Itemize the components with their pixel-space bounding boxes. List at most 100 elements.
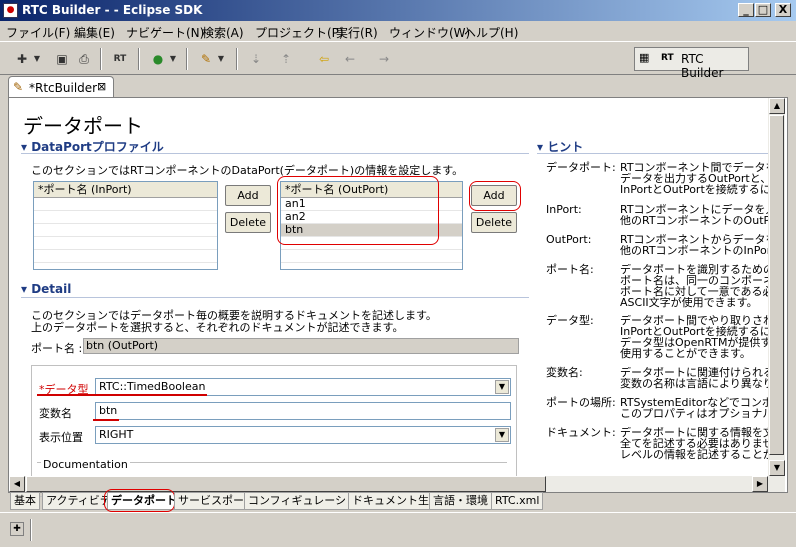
hint-key: ドキュメント: — [546, 426, 616, 439]
editor-panel: データポート ▾ DataPortプロファイル このセクションではRTコンポーネ… — [8, 97, 788, 497]
last-edit-icon[interactable]: ⇦ — [316, 51, 332, 67]
menu-window[interactable]: ウィンドウ(W) — [389, 24, 470, 41]
table-row[interactable] — [34, 224, 217, 237]
tab-language-environment[interactable]: 言語・環境 — [429, 492, 492, 510]
menu-navigate[interactable]: ナビゲート(N) — [126, 24, 204, 41]
close-tab-icon[interactable]: ⊠ — [97, 80, 106, 93]
horizontal-scroll-thumb[interactable] — [26, 476, 546, 492]
scroll-down-icon[interactable]: ▼ — [769, 460, 785, 476]
detail-section-heading[interactable]: ▾ Detail — [21, 282, 529, 298]
menu-edit[interactable]: 編集(E) — [74, 24, 115, 41]
inport-table[interactable]: *ポート名 (InPort) — [33, 181, 218, 270]
tool-icon[interactable]: ✎ — [198, 51, 214, 67]
add-button-highlight — [469, 181, 521, 211]
hint-key: データポート: — [546, 161, 616, 174]
table-row[interactable] — [34, 250, 217, 263]
hint-section-heading[interactable]: ▾ ヒント — [537, 138, 769, 154]
menu-project[interactable]: プロジェクト(P) — [255, 24, 344, 41]
hint-text: RTSystemEditorなどでコンポー — [620, 397, 768, 408]
page-title: データポート — [23, 114, 143, 138]
toolbar-separator — [236, 48, 238, 70]
next-annotation-icon[interactable]: ⇣ — [248, 51, 264, 67]
tool-dropdown-icon[interactable]: ▼ — [216, 51, 226, 67]
collapse-icon[interactable]: ▾ — [21, 140, 31, 154]
port-name-label: ポート名 : — [31, 342, 83, 355]
table-row[interactable] — [34, 237, 217, 250]
hint-text: 使用することができます。 — [620, 348, 751, 359]
editor-tab[interactable]: ✎ *RtcBuilder ⊠ — [8, 76, 114, 98]
menu-bar: ファイル(F) 編集(E) ナビゲート(N) 検索(A) プロジェクト(P) 実… — [0, 21, 796, 41]
toolbar-separator — [100, 48, 102, 70]
window-title: RTC Builder - - Eclipse SDK — [22, 3, 203, 17]
title-bar: ● RTC Builder - - Eclipse SDK _ □ X — [0, 0, 796, 21]
open-perspective-icon[interactable]: ▦ — [639, 51, 649, 64]
table-row[interactable] — [34, 198, 217, 211]
hint-key: InPort: — [546, 203, 582, 216]
delete-inport-button[interactable]: Delete — [225, 212, 271, 233]
back-icon[interactable]: ← — [342, 51, 358, 67]
table-row[interactable] — [281, 250, 462, 263]
detail-description-2: 上のデータポートを選択すると、それぞれのドキュメントが記述できます。 — [31, 321, 404, 334]
hint-text: レベルの情報を記述することが推 — [620, 449, 768, 460]
menu-run[interactable]: 実行(R) — [336, 24, 378, 41]
scroll-left-icon[interactable]: ◀ — [9, 476, 25, 492]
menu-help[interactable]: ヘルプ(H) — [464, 24, 518, 41]
varname-field[interactable]: btn — [95, 402, 511, 420]
hint-text: InPortとOutPortを接続するには、 — [620, 184, 768, 195]
hint-text: 変数の名称は言語により異なりま — [620, 378, 768, 389]
hint-key: ポート名: — [546, 263, 594, 276]
rtcbuilder-icon: ✎ — [13, 80, 24, 94]
hint-text: InPortとOutPortを接続するには、 — [620, 326, 768, 337]
position-value: RIGHT — [99, 428, 134, 441]
close-window-button[interactable]: X — [775, 3, 791, 17]
new-dropdown-icon[interactable]: ▼ — [32, 51, 42, 67]
collapse-icon[interactable]: ▾ — [537, 140, 547, 154]
chevron-down-icon[interactable]: ▼ — [495, 428, 509, 442]
menu-file[interactable]: ファイル(F) — [6, 24, 70, 41]
datatype-underline — [37, 394, 207, 396]
vertical-scroll-thumb[interactable] — [769, 115, 784, 455]
chevron-down-icon[interactable]: ▼ — [495, 380, 509, 394]
hint-key: 変数名: — [546, 366, 583, 379]
position-label: 表示位置 — [39, 431, 83, 444]
perspective-label[interactable]: RTC Builder — [681, 52, 748, 80]
hint-text: データポート間でやり取りされる — [620, 315, 768, 326]
run-icon[interactable]: ● — [150, 51, 166, 67]
add-inport-button[interactable]: Add — [225, 185, 271, 206]
rt-icon[interactable]: RT — [112, 51, 128, 67]
scroll-up-icon[interactable]: ▲ — [769, 98, 785, 114]
hint-text: データポートに関連付けられる変 — [620, 367, 768, 378]
varname-label: 変数名 — [39, 407, 72, 420]
fast-view-icon[interactable]: ✚ — [10, 522, 24, 536]
print-icon[interactable]: ⎙ — [76, 51, 92, 67]
tab-basic[interactable]: 基本 — [10, 492, 40, 510]
tab-rtc-xml[interactable]: RTC.xml — [491, 492, 544, 510]
scroll-right-icon[interactable]: ▶ — [752, 476, 768, 492]
perspective-switcher[interactable]: ▦ RT RTC Builder — [634, 47, 749, 80]
position-combo[interactable]: RIGHT ▼ — [95, 426, 511, 444]
run-dropdown-icon[interactable]: ▼ — [168, 51, 178, 67]
menu-search[interactable]: 検索(A) — [202, 24, 244, 41]
dataport-section-heading[interactable]: ▾ DataPortプロファイル — [21, 138, 529, 154]
new-icon[interactable]: ✚ — [14, 51, 30, 67]
save-icon[interactable]: ▣ — [54, 51, 70, 67]
table-row[interactable] — [34, 211, 217, 224]
rt-perspective-icon: RT — [661, 53, 674, 63]
minimize-button[interactable]: _ — [738, 3, 754, 17]
forward-icon[interactable]: → — [376, 51, 392, 67]
inport-header[interactable]: *ポート名 (InPort) — [34, 182, 217, 198]
hint-key: データ型: — [546, 314, 594, 327]
outport-highlight — [277, 176, 439, 245]
hint-text: データ型はOpenRTMが提供す — [620, 337, 768, 348]
hint-text: ASCII文字が使用できます。 — [620, 297, 758, 308]
prev-annotation-icon[interactable]: ⇡ — [278, 51, 294, 67]
datatype-value: RTC::TimedBoolean — [99, 380, 206, 393]
hint-text: データポートに関する情報を文書 — [620, 427, 768, 438]
maximize-button[interactable]: □ — [755, 3, 771, 17]
hint-key: OutPort: — [546, 233, 592, 246]
delete-outport-button[interactable]: Delete — [471, 212, 517, 233]
hint-text: RTコンポーネントにデータを入力 — [620, 204, 768, 215]
collapse-icon[interactable]: ▾ — [21, 282, 31, 296]
documentation-label: Documentation — [41, 458, 130, 471]
hint-text: ポート名は、同一のコンポーネン — [620, 275, 768, 286]
